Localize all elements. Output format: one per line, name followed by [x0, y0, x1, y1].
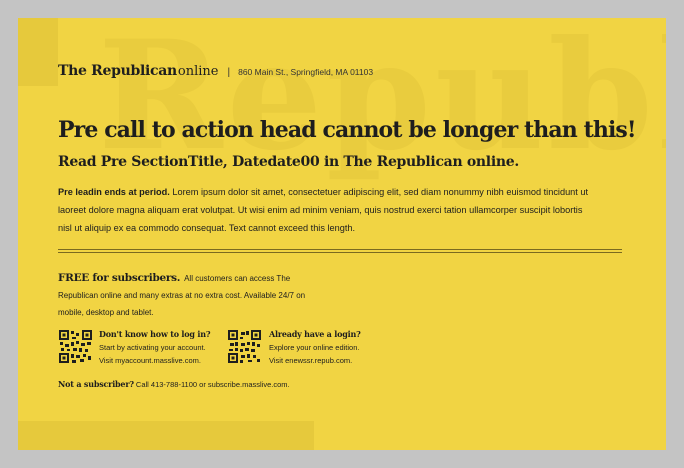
login-help: Don't know how to log in? Start by activ…	[99, 328, 211, 367]
lead-in: Pre leadin ends at period.	[58, 187, 170, 197]
corner-tint	[18, 18, 58, 86]
masthead: The Republican online | 860 Main St., Sp…	[58, 63, 373, 79]
footer-tint	[18, 421, 314, 450]
existing-login-line1: Explore your online edition.	[269, 343, 360, 352]
divider	[58, 249, 622, 253]
login-help-link[interactable]: Visit myaccount.masslive.com.	[99, 354, 210, 367]
body-copy: Pre leadin ends at period. Lorem ipsum d…	[58, 183, 598, 237]
qr-code-icon[interactable]	[59, 330, 92, 363]
logo-online: online	[177, 64, 219, 79]
separator: |	[227, 67, 231, 78]
headline: Pre call to action head cannot be longer…	[58, 117, 637, 143]
subhead: Read Pre SectionTitle, Datedate00 in The…	[58, 154, 519, 170]
address: 860 Main St., Springfield, MA 01103	[238, 67, 374, 77]
login-help-heading: Don't know how to log in?	[99, 329, 211, 339]
promo-card: Republ The Republican online | 860 Main …	[18, 18, 666, 450]
existing-login-link[interactable]: Visit enewssr.repub.com.	[269, 354, 361, 367]
login-help-line1: Start by activating your account.	[99, 343, 206, 352]
qr-code-icon[interactable]	[228, 330, 261, 363]
not-subscriber-text: Call 413-788-1100 or subscribe.masslive.…	[133, 380, 290, 389]
existing-login: Already have a login? Explore your onlin…	[269, 328, 361, 367]
existing-login-heading: Already have a login?	[269, 329, 361, 339]
free-offer: FREE for subscribers. All customers can a…	[58, 270, 318, 321]
not-subscriber-heading: Not a subscriber?	[58, 379, 134, 389]
logo: The Republican	[58, 63, 177, 79]
free-heading: FREE for subscribers.	[58, 272, 181, 284]
not-subscriber: Not a subscriber? Call 413-788-1100 or s…	[58, 379, 290, 389]
